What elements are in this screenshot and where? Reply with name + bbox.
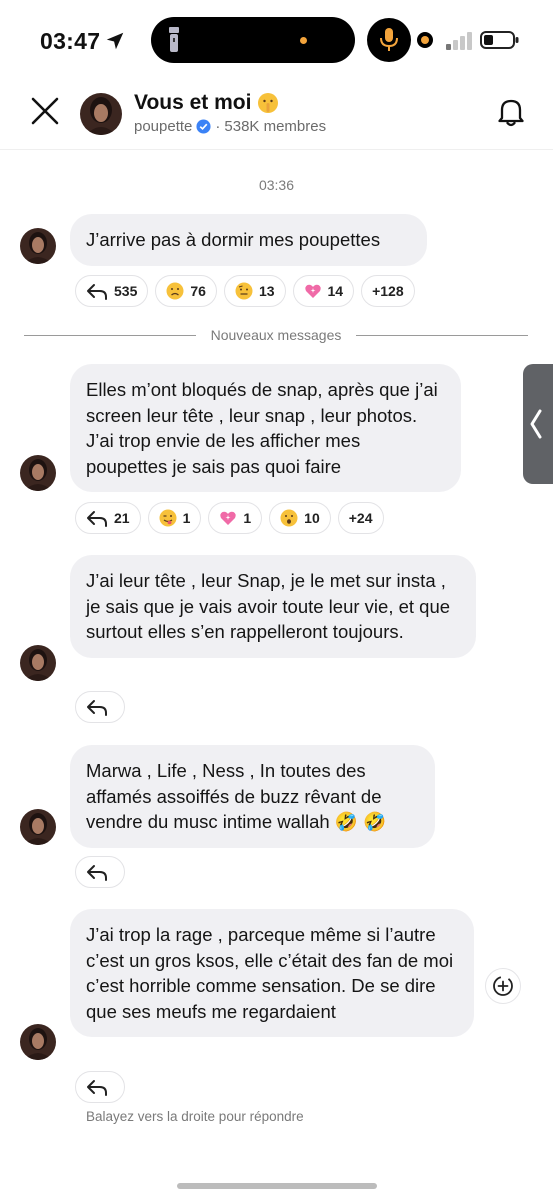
sender-avatar[interactable] (20, 809, 56, 845)
clock: 03:47 (40, 28, 101, 54)
reply-icon (87, 1080, 107, 1096)
reaction-count: 1 (182, 510, 191, 526)
privacy-dot (300, 37, 307, 44)
dynamic-island (151, 17, 355, 63)
add-reaction-icon (493, 976, 513, 996)
bell-icon[interactable] (497, 97, 525, 127)
reaction-count: 14 (327, 283, 344, 299)
reply-icon (87, 284, 107, 300)
group-avatar[interactable] (80, 93, 122, 135)
reply-button[interactable] (75, 856, 125, 888)
cellular-signal-icon (446, 30, 476, 50)
reaction-chip[interactable]: 10 (269, 502, 331, 534)
reaction-chip[interactable]: 13 (223, 275, 286, 307)
divider-line (356, 335, 528, 336)
home-indicator[interactable] (177, 1183, 377, 1189)
swipe-hint: Balayez vers la droite pour répondre (86, 1109, 304, 1124)
reply-icon (87, 511, 107, 527)
reaction-bar (75, 856, 125, 888)
reply-count: 535 (114, 283, 138, 299)
reply-button[interactable]: 21 (75, 502, 141, 534)
subtitle-separator: · (215, 118, 221, 135)
chat-title: Vous et moi (134, 91, 252, 114)
more-reactions-count: +24 (348, 510, 373, 526)
sender-avatar[interactable] (20, 1024, 56, 1060)
reaction-chip[interactable]: 1 (147, 502, 202, 534)
message-bubble[interactable]: J’ai leur tête , leur Snap, je le met su… (70, 555, 476, 658)
reaction-count: 13 (258, 283, 275, 299)
reply-button[interactable] (75, 691, 125, 723)
message-bubble[interactable]: Elles m’ont bloqués de snap, après que j… (70, 364, 461, 492)
add-reaction-button[interactable] (485, 968, 521, 1004)
chat-header: Vous et moi poupette · 538K membres (0, 80, 553, 150)
message-bubble[interactable]: J’arrive pas à dormir mes poupettes (70, 214, 427, 266)
subtitle-row: poupette · 538K membres (134, 118, 326, 135)
chevron-left-icon (530, 409, 542, 439)
message-bubble[interactable]: J’ai trop la rage , parceque même si l’a… (70, 909, 474, 1037)
reply-button[interactable]: 535 (75, 275, 149, 307)
surprised-face-icon (280, 509, 298, 527)
reply-count: 21 (114, 510, 130, 526)
sender-avatar[interactable] (20, 228, 56, 264)
winking-tongue-face-icon (159, 509, 177, 527)
reply-button[interactable] (75, 1071, 125, 1103)
verified-badge-icon (196, 119, 211, 134)
title-row[interactable]: Vous et moi (134, 91, 279, 115)
microphone-indicator (367, 18, 411, 62)
raised-eyebrow-face-icon (235, 282, 253, 300)
reaction-bar: 21 1 1 10 +24 (75, 502, 384, 534)
creator-name: poupette (134, 118, 193, 135)
location-arrow-icon (106, 32, 124, 50)
message-bubble[interactable]: Marwa , Life , Ness , In toutes des affa… (70, 745, 435, 848)
reaction-chip[interactable]: 1 (208, 502, 263, 534)
reaction-bar (75, 691, 125, 723)
status-bar: 03:47 (0, 0, 553, 80)
reaction-bar: 535 76 13 14 +128 (75, 275, 415, 307)
reaction-count: 76 (190, 283, 206, 299)
reaction-bar (75, 1071, 125, 1103)
sparkling-heart-icon (220, 511, 237, 525)
reaction-chip[interactable]: 76 (155, 275, 217, 307)
sender-avatar[interactable] (20, 645, 56, 681)
reaction-count: 10 (304, 510, 320, 526)
more-reactions-chip[interactable]: +24 (337, 502, 384, 534)
timestamp: 03:36 (258, 177, 295, 193)
reply-icon (87, 865, 107, 881)
recording-dot (417, 32, 433, 48)
more-reactions-count: +128 (372, 283, 404, 299)
reaction-count: 1 (243, 510, 252, 526)
sparkling-heart-icon (304, 284, 321, 298)
reaction-chip[interactable]: 14 (292, 275, 355, 307)
member-count: 538K membres (224, 118, 327, 135)
shushing-face-icon (258, 93, 279, 113)
battery-icon (480, 31, 519, 49)
flashlight-icon (169, 27, 179, 52)
side-panel-handle[interactable] (523, 364, 553, 484)
more-reactions-chip[interactable]: +128 (361, 275, 415, 307)
frowning-face-icon (166, 282, 184, 300)
close-icon[interactable] (28, 94, 62, 128)
microphone-icon (380, 28, 398, 51)
sender-avatar[interactable] (20, 455, 56, 491)
reply-icon (87, 700, 107, 716)
new-messages-divider: Nouveaux messages (24, 326, 528, 346)
